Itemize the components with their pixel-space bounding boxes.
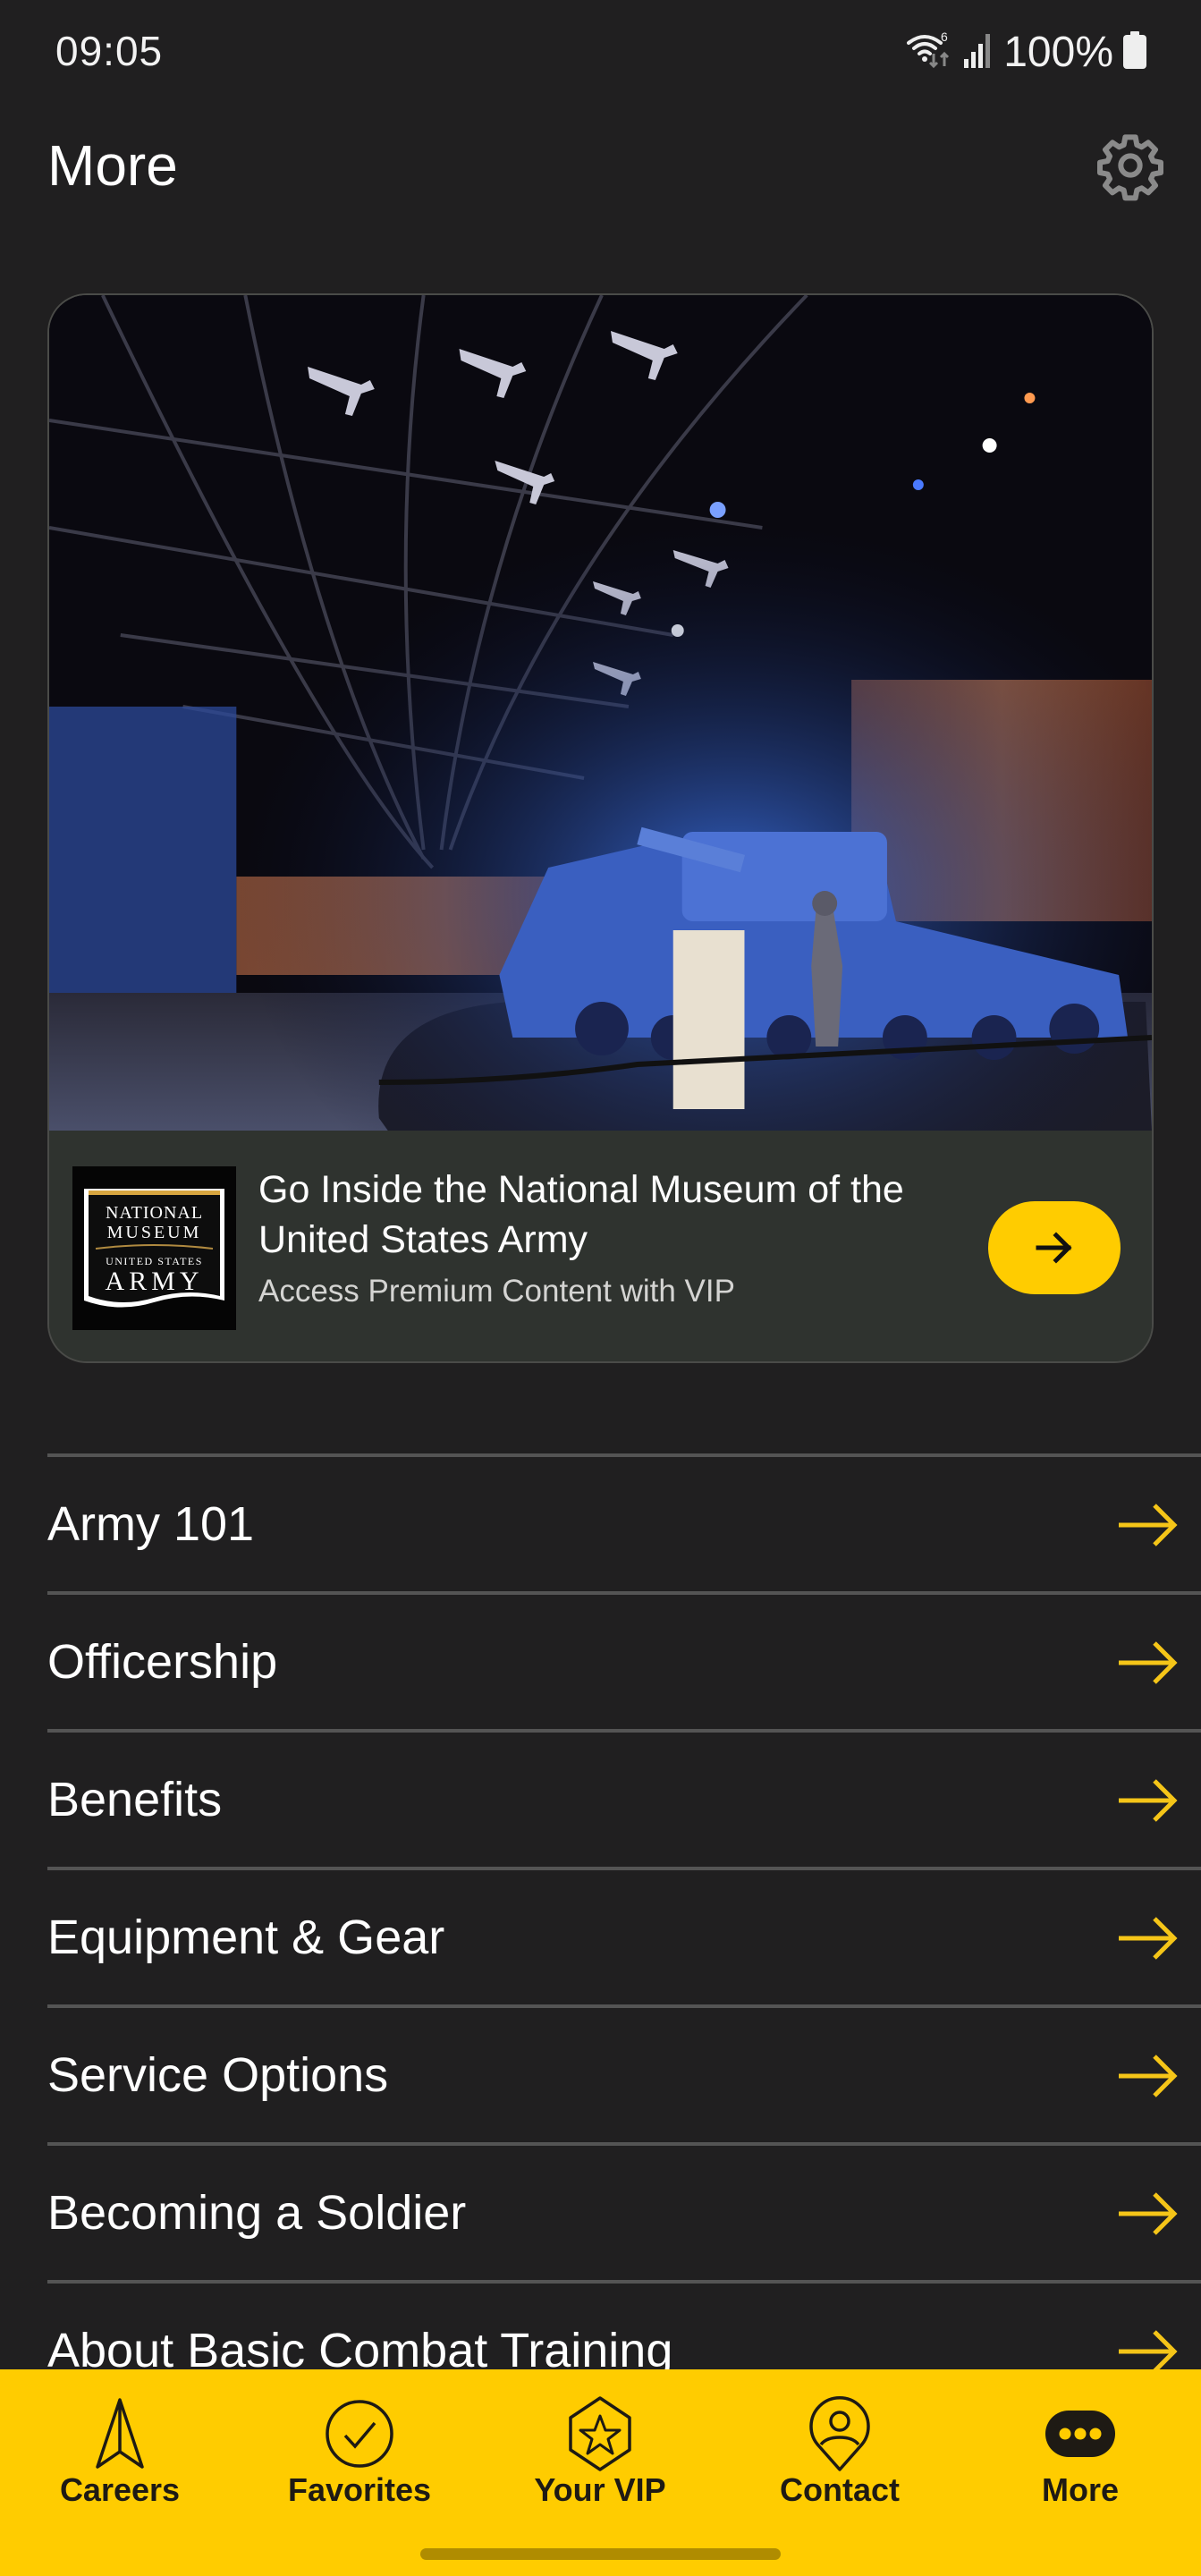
- promo-footer: NATIONAL MUSEUM UNITED STATES ARMY Go In…: [49, 1131, 1152, 1361]
- nav-tab-your-vip[interactable]: Your VIP: [480, 2369, 720, 2539]
- promo-go-button[interactable]: [988, 1201, 1121, 1294]
- more-dots-icon: [1040, 2391, 1121, 2471]
- signal-icon: [962, 32, 994, 72]
- arrow-right-icon: [1119, 1917, 1178, 1960]
- arrow-right-icon: [1119, 1641, 1178, 1684]
- status-icons: 6 100%: [907, 27, 1147, 77]
- menu-item-service-options[interactable]: Service Options: [47, 2004, 1201, 2142]
- logo-line-3: UNITED STATES: [106, 1255, 203, 1267]
- svg-text:6: 6: [941, 30, 948, 44]
- nav-label: More: [1041, 2471, 1119, 2508]
- menu-item-equipment-gear[interactable]: Equipment & Gear: [47, 1867, 1201, 2004]
- logo-line-2: MUSEUM: [107, 1223, 202, 1242]
- arrow-right-icon: [1119, 1779, 1178, 1822]
- menu-item-label: Benefits: [47, 1773, 223, 1826]
- menu-item-label: Service Options: [47, 2048, 389, 2102]
- bottom-nav: Careers Favorites Your VIP Contact More: [0, 2369, 1201, 2576]
- nav-tab-more[interactable]: More: [960, 2369, 1200, 2539]
- nav-label: Contact: [780, 2471, 900, 2508]
- gear-icon: [1097, 134, 1163, 201]
- nav-label: Your VIP: [534, 2471, 666, 2508]
- battery-percent: 100%: [1003, 28, 1113, 76]
- menu-item-label: Equipment & Gear: [47, 1911, 445, 1964]
- nav-tab-favorites[interactable]: Favorites: [240, 2369, 479, 2539]
- menu-item-label: Army 101: [47, 1497, 255, 1551]
- logo-line-4: ARMY: [105, 1267, 203, 1296]
- nav-label: Careers: [59, 2471, 181, 2508]
- check-circle-icon: [319, 2391, 400, 2471]
- menu-item-benefits[interactable]: Benefits: [47, 1729, 1201, 1867]
- arrow-right-icon: [1119, 2055, 1178, 2097]
- nav-tab-careers[interactable]: Careers: [0, 2369, 240, 2539]
- navigation-arrow-icon: [80, 2391, 160, 2471]
- museum-logo: NATIONAL MUSEUM UNITED STATES ARMY: [72, 1166, 236, 1330]
- location-person-icon: [799, 2391, 880, 2471]
- logo-line-1: NATIONAL: [106, 1203, 203, 1223]
- promo-subtitle: Access Premium Content with VIP: [258, 1274, 735, 1309]
- arrow-right-icon: [1036, 1232, 1072, 1264]
- nav-label: Favorites: [287, 2471, 432, 2508]
- menu-item-label: Officership: [47, 1635, 278, 1689]
- status-time: 09:05: [55, 28, 164, 74]
- menu-item-officership[interactable]: Officership: [47, 1591, 1201, 1729]
- status-bar: 09:05 6 100%: [0, 0, 1201, 98]
- menu-item-label: Becoming a Soldier: [47, 2186, 467, 2240]
- page-title: More: [47, 133, 178, 198]
- museum-exhibit-image: [49, 295, 1152, 1131]
- promo-title: Go Inside the National Museum of the Uni…: [258, 1168, 904, 1261]
- home-indicator[interactable]: [420, 2548, 781, 2560]
- museum-promo-card[interactable]: NATIONAL MUSEUM UNITED STATES ARMY Go In…: [47, 293, 1154, 1363]
- arrow-right-icon: [1119, 1504, 1178, 1546]
- arrow-right-icon: [1119, 2192, 1178, 2235]
- star-badge-icon: [560, 2391, 640, 2471]
- battery-icon: [1122, 30, 1147, 73]
- nav-tab-contact[interactable]: Contact: [720, 2369, 960, 2539]
- page-header: More: [0, 116, 1201, 215]
- settings-button[interactable]: [1095, 130, 1166, 201]
- menu-item-becoming-a-soldier[interactable]: Becoming a Soldier: [47, 2142, 1201, 2280]
- menu-item-army-101[interactable]: Army 101: [47, 1453, 1201, 1591]
- wifi-6-icon: 6: [907, 30, 953, 74]
- more-menu-list: Army 101 Officership Benefits Equipment …: [47, 1453, 1201, 2418]
